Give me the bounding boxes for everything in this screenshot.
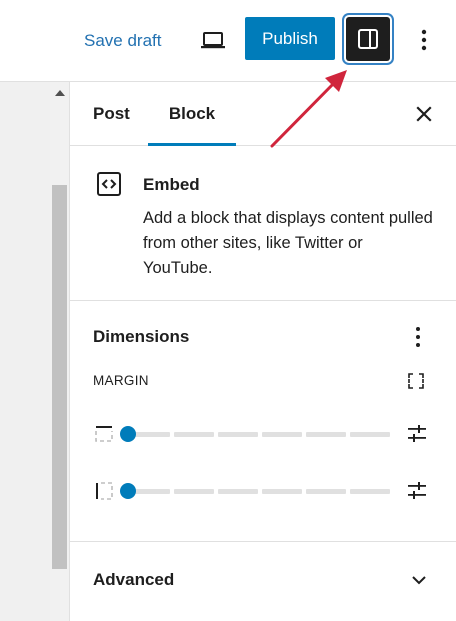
slider-segment — [262, 432, 302, 437]
editor-canvas[interactable] — [0, 82, 50, 621]
sliders-icon[interactable] — [405, 479, 429, 503]
vertical-ellipsis-icon — [421, 29, 427, 51]
embed-icon — [97, 172, 121, 196]
sidebar-tabs: Post Block — [70, 82, 456, 146]
editor-header: Save draft Publish — [0, 0, 456, 82]
publish-button[interactable]: Publish — [245, 17, 335, 60]
block-card: Embed Add a block that displays content … — [70, 146, 456, 301]
slider-segment — [306, 489, 346, 494]
slider-thumb[interactable] — [120, 483, 136, 499]
link-sides-icon[interactable] — [404, 369, 428, 393]
slider-segment — [306, 432, 346, 437]
slider-segment — [174, 489, 214, 494]
preview-button[interactable] — [196, 24, 230, 58]
margin-label: MARGIN — [93, 373, 149, 388]
slider-thumb[interactable] — [120, 426, 136, 442]
dimensions-panel: Dimensions MARGIN — [70, 301, 456, 542]
tab-post[interactable]: Post — [93, 82, 130, 146]
laptop-icon — [201, 32, 225, 49]
slider-segment — [350, 489, 390, 494]
side-left-icon — [96, 482, 113, 500]
block-title: Embed — [143, 175, 200, 194]
dimensions-title: Dimensions — [93, 327, 190, 346]
close-sidebar-button[interactable] — [410, 100, 438, 128]
margin-left-control — [70, 476, 456, 506]
scroll-up-arrow[interactable] — [55, 90, 65, 96]
chevron-down-icon — [412, 576, 426, 585]
slider-segment — [218, 432, 258, 437]
slider-segment — [350, 432, 390, 437]
advanced-panel[interactable]: Advanced — [70, 542, 456, 621]
slider-segment — [262, 489, 302, 494]
sidebar-toggle-icon — [358, 29, 378, 49]
margin-left-slider[interactable] — [120, 483, 390, 499]
margin-top-control — [70, 419, 456, 449]
sliders-icon[interactable] — [405, 422, 429, 446]
block-description: Add a block that displays content pulled… — [143, 209, 433, 277]
save-draft-button[interactable]: Save draft — [84, 29, 162, 53]
settings-toggle-button[interactable] — [346, 17, 390, 61]
tab-block[interactable]: Block — [148, 82, 236, 146]
close-icon — [416, 106, 432, 122]
vertical-ellipsis-icon — [416, 327, 420, 347]
margin-top-slider[interactable] — [120, 426, 390, 442]
advanced-title: Advanced — [93, 570, 175, 589]
dimensions-options-button[interactable] — [404, 323, 432, 351]
slider-segment — [174, 432, 214, 437]
settings-sidebar: Post Block Embed Add a block that displa… — [70, 82, 456, 621]
advanced-toggle-button[interactable] — [405, 566, 433, 594]
scrollbar-thumb[interactable] — [52, 185, 67, 569]
side-top-icon — [95, 426, 113, 442]
slider-segment — [218, 489, 258, 494]
options-menu-button[interactable] — [410, 26, 438, 54]
